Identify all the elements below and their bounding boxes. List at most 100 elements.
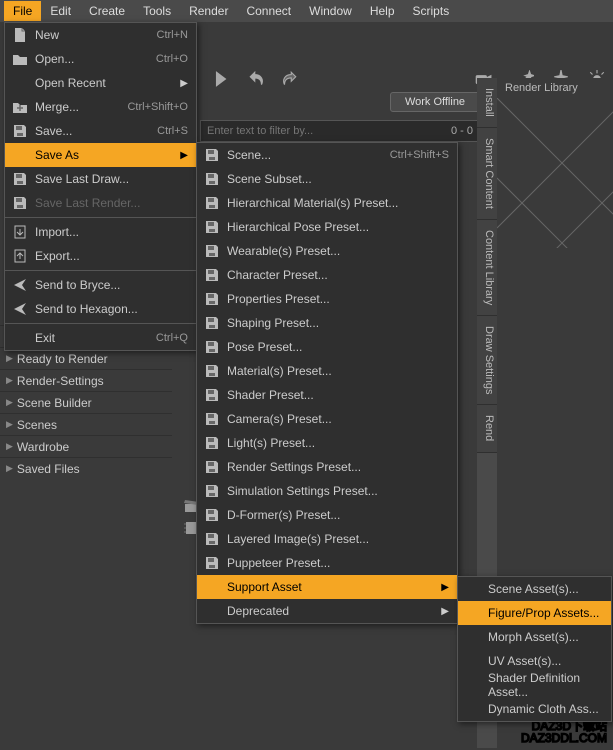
file-new[interactable]: NewCtrl+N [5,23,196,47]
saveas-properties-preset[interactable]: Properties Preset... [197,287,457,311]
support-uv-asset-s[interactable]: UV Asset(s)... [458,649,611,673]
filter-input[interactable] [201,125,445,137]
menu-window[interactable]: Window [300,1,361,21]
undo-icon[interactable] [242,64,272,94]
import-icon [11,223,29,241]
tab-render[interactable]: Rend [477,405,497,452]
file-import[interactable]: Import... [5,220,196,244]
blank-icon [464,604,482,622]
save-icon [203,146,221,164]
saveas-scene-subset[interactable]: Scene Subset... [197,167,457,191]
menu-item-label: Properties Preset... [227,292,449,306]
saveas-support-asset[interactable]: Support Asset▶ [197,575,457,599]
menubar: File Edit Create Tools Render Connect Wi… [0,0,613,22]
menu-file[interactable]: File [4,1,41,21]
file-export[interactable]: Export... [5,244,196,268]
tab-draw-settings[interactable]: Draw Settings [477,316,497,405]
saveas-render-settings-preset[interactable]: Render Settings Preset... [197,455,457,479]
file-open[interactable]: Open...Ctrl+O [5,47,196,71]
menu-item-label: Exit [35,331,132,345]
menu-edit[interactable]: Edit [41,1,80,21]
saveas-light-s-preset[interactable]: Light(s) Preset... [197,431,457,455]
send-icon [11,300,29,318]
tree-render-settings[interactable]: ▶Render-Settings [0,369,172,391]
save-icon [203,410,221,428]
support-morph-asset-s[interactable]: Morph Asset(s)... [458,625,611,649]
saveas-deprecated[interactable]: Deprecated▶ [197,599,457,623]
saveas-hierarchical-pose-preset[interactable]: Hierarchical Pose Preset... [197,215,457,239]
save-icon [203,314,221,332]
menu-item-label: Morph Asset(s)... [488,630,603,644]
saveas-shaping-preset[interactable]: Shaping Preset... [197,311,457,335]
tree-saved-files[interactable]: ▶Saved Files [0,457,172,479]
file-exit[interactable]: ExitCtrl+Q [5,326,196,350]
export-icon [11,247,29,265]
save-icon [11,170,29,188]
tab-smart-content[interactable]: Smart Content [477,128,497,220]
menu-item-label: Shaping Preset... [227,316,449,330]
saveas-d-former-s-preset[interactable]: D-Former(s) Preset... [197,503,457,527]
menu-connect[interactable]: Connect [237,1,300,21]
menu-create[interactable]: Create [80,1,134,21]
file-save[interactable]: Save...Ctrl+S [5,119,196,143]
tab-content-library[interactable]: Content Library [477,220,497,316]
saveas-camera-s-preset[interactable]: Camera(s) Preset... [197,407,457,431]
menu-item-label: Deprecated [227,604,429,618]
file-save-last-render[interactable]: Save Last Render... [5,191,196,215]
menu-help[interactable]: Help [361,1,404,21]
saveas-shader-preset[interactable]: Shader Preset... [197,383,457,407]
tree-wardrobe[interactable]: ▶Wardrobe [0,435,172,457]
menu-tools[interactable]: Tools [134,1,180,21]
shortcut-label: Ctrl+Shift+S [390,149,449,161]
support-dynamic-cloth-ass[interactable]: Dynamic Cloth Ass... [458,697,611,721]
file-save-last-draw[interactable]: Save Last Draw... [5,167,196,191]
saveas-character-preset[interactable]: Character Preset... [197,263,457,287]
file-menu-dropdown: NewCtrl+NOpen...Ctrl+OOpen Recent▶Merge.… [4,22,197,351]
doc-icon [11,26,29,44]
support-scene-asset-s[interactable]: Scene Asset(s)... [458,577,611,601]
saveas-scene[interactable]: Scene...Ctrl+Shift+S [197,143,457,167]
file-merge[interactable]: Merge...Ctrl+Shift+O [5,95,196,119]
tab-install[interactable]: Install [477,78,497,128]
send-icon [11,276,29,294]
saveas-puppeteer-preset[interactable]: Puppeteer Preset... [197,551,457,575]
blank-icon [11,329,29,347]
saveas-simulation-settings-preset[interactable]: Simulation Settings Preset... [197,479,457,503]
menu-render[interactable]: Render [180,1,237,21]
support-shader-definition-asset[interactable]: Shader Definition Asset... [458,673,611,697]
save-icon [203,362,221,380]
menu-item-label: Shader Definition Asset... [488,671,603,699]
saveas-wearable-s-preset[interactable]: Wearable(s) Preset... [197,239,457,263]
shortcut-label: Ctrl+S [157,125,188,137]
saveas-layered-image-s-preset[interactable]: Layered Image(s) Preset... [197,527,457,551]
menu-item-label: Export... [35,249,188,263]
render-library-title: Render Library [497,78,613,98]
shortcut-label: Ctrl+O [156,53,188,65]
file-send-to-hexagon[interactable]: Send to Hexagon... [5,297,196,321]
menu-item-label: Simulation Settings Preset... [227,484,449,498]
saveas-pose-preset[interactable]: Pose Preset... [197,335,457,359]
saveas-hierarchical-material-s-preset[interactable]: Hierarchical Material(s) Preset... [197,191,457,215]
menu-item-label: New [35,28,133,42]
save-icon [203,242,221,260]
menu-item-label: Camera(s) Preset... [227,412,449,426]
blank-icon [464,676,482,694]
menu-item-label: Shader Preset... [227,388,449,402]
saveas-material-s-preset[interactable]: Material(s) Preset... [197,359,457,383]
menu-item-label: Save Last Render... [35,196,188,210]
support-figure-prop-assets[interactable]: Figure/Prop Assets... [458,601,611,625]
menu-item-label: UV Asset(s)... [488,654,603,668]
tree-scenes[interactable]: ▶Scenes [0,413,172,435]
redo-icon[interactable] [274,64,304,94]
save-icon [203,554,221,572]
work-offline-button[interactable]: Work Offline [390,92,480,112]
file-save-as[interactable]: Save As▶ [5,143,196,167]
menu-item-label: Import... [35,225,188,239]
menu-item-label: Hierarchical Material(s) Preset... [227,196,449,210]
file-open-recent[interactable]: Open Recent▶ [5,71,196,95]
tree-scene-builder[interactable]: ▶Scene Builder [0,391,172,413]
nav-forward-icon[interactable] [206,64,236,94]
menu-scripts[interactable]: Scripts [404,1,459,21]
menu-item-label: Puppeteer Preset... [227,556,449,570]
file-send-to-bryce[interactable]: Send to Bryce... [5,273,196,297]
